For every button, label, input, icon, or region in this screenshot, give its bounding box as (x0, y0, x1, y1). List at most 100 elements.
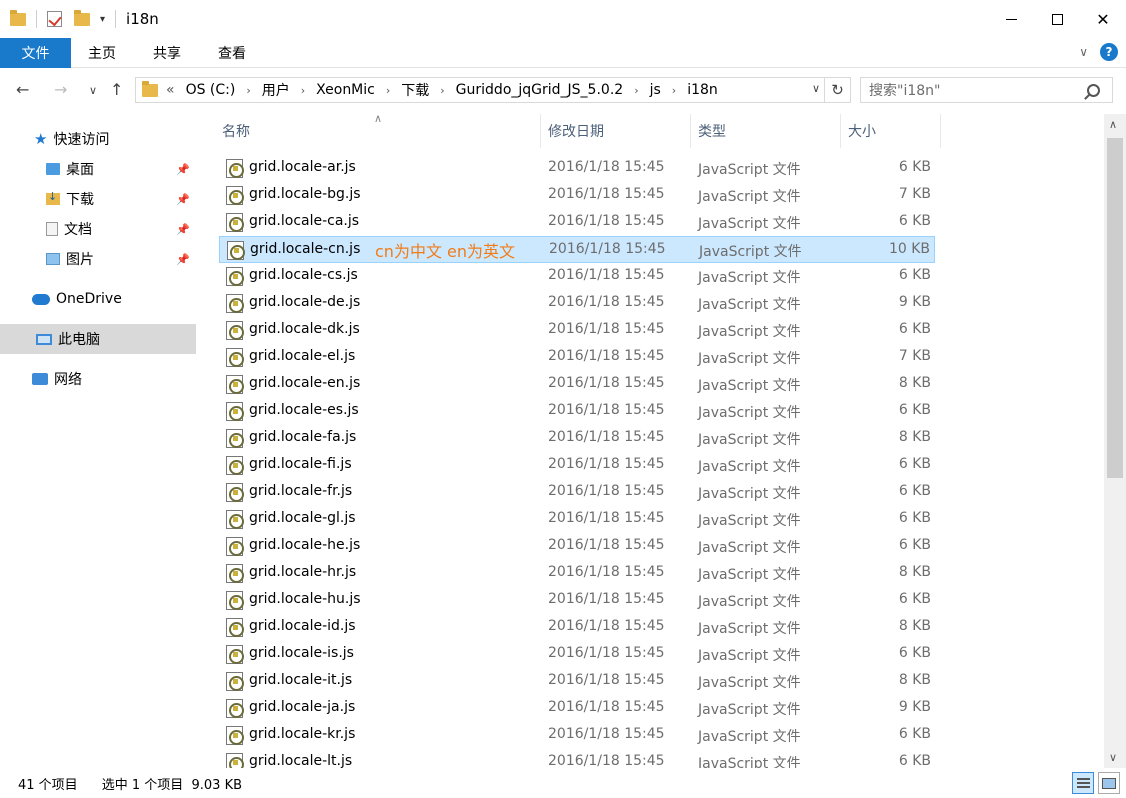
table-row[interactable]: grid.locale-gl.js 2016/1/18 15:45 JavaScri… (219, 506, 935, 533)
table-row[interactable]: grid.locale-cs.js 2016/1/18 15:45 JavaScri… (219, 263, 935, 290)
table-row[interactable]: grid.locale-fa.js 2016/1/18 15:45 JavaScri… (219, 425, 935, 452)
breadcrumb-i18n[interactable]: i18n (687, 82, 718, 98)
tab-view[interactable]: 查看 (218, 38, 246, 68)
file-date: 2016/1/18 15:45 (549, 241, 666, 257)
breadcrumb-js[interactable]: js (650, 82, 661, 98)
nav-desktop[interactable]: 桌面 📌 (0, 154, 196, 184)
table-row[interactable]: grid.locale-fr.js 2016/1/18 15:45 JavaScri… (219, 479, 935, 506)
maximize-button[interactable] (1034, 0, 1080, 38)
table-row[interactable]: grid.locale-hr.js 2016/1/18 15:45 JavaScri… (219, 560, 935, 587)
properties-icon[interactable] (47, 11, 62, 27)
table-row[interactable]: grid.locale-fi.js 2016/1/18 15:45 JavaScri… (219, 452, 935, 479)
details-view-button[interactable] (1072, 772, 1094, 794)
recent-locations-chevron-icon[interactable]: ∨ (89, 84, 97, 97)
scroll-down-icon[interactable]: ∨ (1109, 751, 1117, 764)
table-row[interactable]: grid.locale-en.js 2016/1/18 15:45 JavaScri… (219, 371, 935, 398)
breadcrumb-separator-icon[interactable]: › (672, 84, 676, 97)
table-row[interactable]: grid.locale-is.js 2016/1/18 15:45 JavaScri… (219, 641, 935, 668)
nav-this-pc[interactable]: 此电脑 (0, 324, 196, 354)
column-header-size[interactable]: 大小 (848, 114, 876, 148)
table-row[interactable]: grid.locale-ja.js 2016/1/18 15:45 JavaScri… (219, 695, 935, 722)
back-arrow-icon[interactable]: ← (16, 80, 29, 99)
nav-onedrive[interactable]: OneDrive (0, 284, 196, 314)
table-row[interactable]: grid.locale-kr.js 2016/1/18 15:45 JavaScri… (219, 722, 935, 749)
pin-icon[interactable]: 📌 (176, 253, 190, 266)
column-resize-handle[interactable] (840, 114, 841, 148)
search-input[interactable]: 搜索"i18n" (869, 80, 1087, 100)
address-bar[interactable]: « OS (C:) › 用户 › XeonMic › 下载 › Guriddo_… (135, 77, 851, 103)
pin-icon[interactable]: 📌 (176, 193, 190, 206)
javascript-file-icon (226, 699, 244, 718)
minimize-icon (1005, 18, 1017, 20)
javascript-file-icon (226, 213, 244, 232)
breadcrumb-separator-icon[interactable]: › (301, 84, 305, 97)
table-row[interactable]: grid.locale-cn.js 2016/1/18 15:45 JavaScri… (219, 236, 935, 263)
expand-ribbon-chevron-icon[interactable]: ∨ (1079, 45, 1088, 59)
table-row[interactable]: grid.locale-de.js 2016/1/18 15:45 JavaScri… (219, 290, 935, 317)
refresh-icon[interactable]: ↻ (824, 78, 850, 102)
large-icons-view-button[interactable] (1098, 772, 1120, 794)
column-resize-handle[interactable] (690, 114, 691, 148)
javascript-file-icon (226, 186, 244, 205)
column-resize-handle[interactable] (940, 114, 941, 148)
close-button[interactable]: ✕ (1080, 0, 1126, 38)
table-row[interactable]: grid.locale-dk.js 2016/1/18 15:45 JavaScri… (219, 317, 935, 344)
breadcrumb-overflow[interactable]: « (166, 82, 175, 98)
table-row[interactable]: grid.locale-hu.js 2016/1/18 15:45 JavaScri… (219, 587, 935, 614)
ribbon: 文件 主页 共享 查看 ∨ ? (0, 38, 1126, 68)
tab-home[interactable]: 主页 (88, 38, 116, 68)
file-name: grid.locale-gl.js (249, 510, 356, 526)
tab-share[interactable]: 共享 (153, 38, 181, 68)
customize-toolbar-chevron-icon[interactable]: ▾ (100, 14, 105, 25)
new-folder-icon[interactable] (74, 9, 90, 26)
breadcrumb-user[interactable]: XeonMic (316, 82, 375, 98)
table-row[interactable]: grid.locale-bg.js 2016/1/18 15:45 JavaScri… (219, 182, 935, 209)
table-row[interactable]: grid.locale-it.js 2016/1/18 15:45 JavaScri… (219, 668, 935, 695)
nav-quick-access[interactable]: ★ 快速访问 (0, 124, 196, 154)
table-row[interactable]: grid.locale-ar.js 2016/1/18 15:45 JavaScri… (219, 155, 935, 182)
scrollbar-thumb[interactable] (1107, 138, 1123, 478)
help-icon[interactable]: ? (1100, 43, 1118, 61)
nav-pictures[interactable]: 图片 📌 (0, 244, 196, 274)
search-box[interactable]: 搜索"i18n" (860, 77, 1113, 103)
minimize-button[interactable] (988, 0, 1034, 38)
table-row[interactable]: grid.locale-el.js 2016/1/18 15:45 JavaScri… (219, 344, 935, 371)
javascript-file-icon (226, 375, 244, 394)
table-row[interactable]: grid.locale-lt.js 2016/1/18 15:45 JavaScri… (219, 749, 935, 768)
column-header-date[interactable]: 修改日期 (548, 114, 604, 148)
column-resize-handle[interactable] (540, 114, 541, 148)
nav-documents[interactable]: 文档 📌 (0, 214, 196, 244)
nav-downloads[interactable]: 下载 📌 (0, 184, 196, 214)
table-row[interactable]: grid.locale-es.js 2016/1/18 15:45 JavaScri… (219, 398, 935, 425)
file-size: 6 KB (898, 591, 931, 607)
scroll-up-icon[interactable]: ∧ (1109, 118, 1117, 131)
breadcrumb-separator-icon[interactable]: › (246, 84, 250, 97)
table-row[interactable]: grid.locale-he.js 2016/1/18 15:45 JavaScri… (219, 533, 935, 560)
address-dropdown-icon[interactable]: ∨ (812, 82, 820, 95)
pin-icon[interactable]: 📌 (176, 223, 190, 236)
up-arrow-icon[interactable]: ↑ (110, 80, 123, 99)
column-header-type[interactable]: 类型 (698, 114, 726, 148)
forward-arrow-icon[interactable]: → (54, 80, 67, 99)
tab-file[interactable]: 文件 (0, 38, 71, 68)
breadcrumb-separator-icon[interactable]: › (634, 84, 638, 97)
file-size: 10 KB (888, 241, 930, 257)
file-size: 8 KB (898, 672, 931, 688)
breadcrumb-drive[interactable]: OS (C:) (186, 82, 236, 98)
file-date: 2016/1/18 15:45 (548, 726, 665, 742)
breadcrumb-users[interactable]: 用户 (262, 80, 290, 100)
table-row[interactable]: grid.locale-id.js 2016/1/18 15:45 JavaScri… (219, 614, 935, 641)
table-row[interactable]: grid.locale-ca.js 2016/1/18 15:45 JavaScri… (219, 209, 935, 236)
file-size: 7 KB (898, 348, 931, 364)
breadcrumb-downloads[interactable]: 下载 (401, 80, 429, 100)
column-header-name[interactable]: 名称 (222, 114, 250, 148)
file-size: 8 KB (898, 564, 931, 580)
vertical-scrollbar[interactable]: ∧ ∨ (1104, 114, 1126, 768)
nav-network[interactable]: 网络 (0, 364, 196, 394)
breadcrumb-jqgrid[interactable]: Guriddo_jqGrid_JS_5.0.2 (456, 82, 624, 98)
search-icon[interactable] (1087, 83, 1100, 97)
breadcrumb-separator-icon[interactable]: › (440, 84, 444, 97)
breadcrumb-separator-icon[interactable]: › (386, 84, 390, 97)
file-size: 6 KB (898, 537, 931, 553)
pin-icon[interactable]: 📌 (176, 163, 190, 176)
